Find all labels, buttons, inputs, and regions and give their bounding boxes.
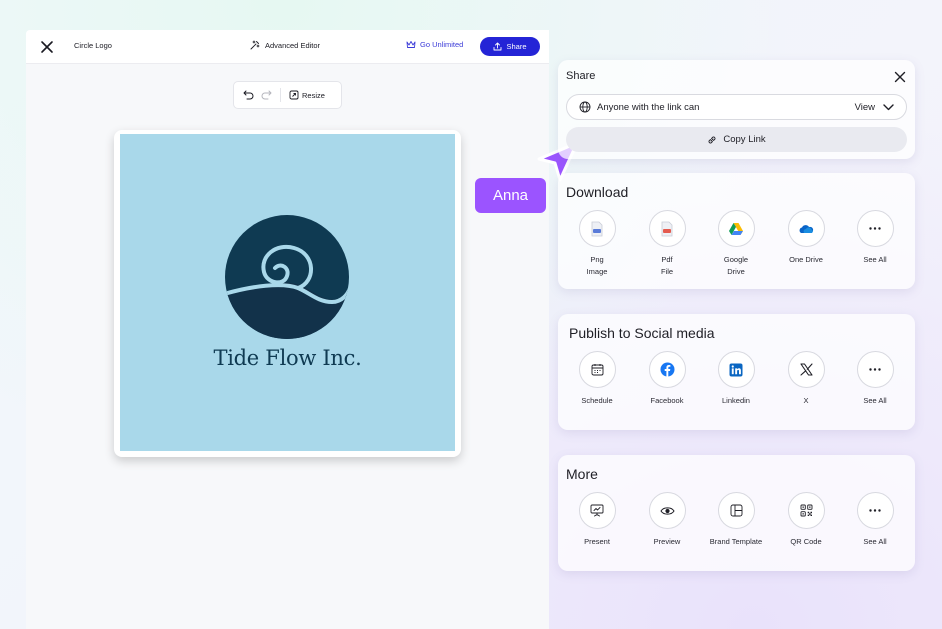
social-item-label: Facebook bbox=[650, 396, 684, 405]
calendar-icon bbox=[591, 364, 603, 376]
facebook-icon bbox=[660, 362, 674, 377]
download-options: Png Image Pdf File Google Drive One Drive S… bbox=[558, 210, 915, 285]
editor-topbar: Circle Logo Advanced Editor Go Unlimited… bbox=[26, 30, 549, 64]
share-button[interactable]: Share bbox=[480, 37, 540, 56]
upload-icon bbox=[494, 42, 502, 51]
more-item-label: Preview bbox=[653, 537, 681, 546]
google-drive-icon bbox=[729, 222, 743, 235]
linkedin-icon bbox=[729, 363, 743, 376]
advanced-editor-button[interactable]: Advanced Editor bbox=[250, 40, 320, 50]
collaborator-name-tag: Anna bbox=[475, 178, 546, 213]
linkedin-button[interactable]: Linkedin bbox=[701, 351, 771, 407]
more-item-label: See All bbox=[863, 537, 887, 546]
share-panel-title: Share bbox=[566, 70, 596, 82]
download-panel: Download Png Image Pdf File Google Drive On… bbox=[558, 173, 915, 289]
download-title: Download bbox=[566, 184, 629, 200]
social-title: Publish to Social media bbox=[569, 325, 715, 341]
download-item-label: Pdf File bbox=[660, 255, 674, 276]
eye-icon bbox=[659, 506, 675, 515]
google-drive-button[interactable]: Google Drive bbox=[701, 210, 771, 278]
canvas-toolbar: Resize bbox=[233, 81, 342, 109]
facebook-button[interactable]: Facebook bbox=[632, 351, 702, 407]
permission-select[interactable]: View bbox=[855, 102, 894, 113]
permission-value: View bbox=[854, 102, 875, 113]
download-item-label: See All bbox=[863, 255, 887, 264]
social-item-label: Linkedin bbox=[722, 396, 750, 405]
onedrive-icon bbox=[799, 224, 814, 233]
social-options: Schedule Facebook Linkedin X See All bbox=[558, 351, 915, 426]
more-title: More bbox=[566, 466, 598, 482]
qr-code-icon bbox=[800, 504, 812, 517]
social-see-all-button[interactable]: See All bbox=[840, 351, 910, 407]
chevron-down-icon bbox=[883, 104, 894, 111]
editor-window: Circle Logo Advanced Editor Go Unlimited… bbox=[26, 30, 549, 629]
more-options: Present Preview Brand Template QR Code S… bbox=[558, 492, 915, 567]
png-file-icon bbox=[591, 221, 603, 236]
social-item-label: Schedule bbox=[581, 396, 613, 405]
wave-logo-icon bbox=[225, 215, 349, 339]
close-icon[interactable] bbox=[894, 70, 906, 83]
design-canvas[interactable]: Tide Flow Inc. bbox=[120, 134, 455, 451]
present-icon bbox=[590, 504, 604, 517]
link-access-select[interactable]: Anyone with the link can View bbox=[566, 94, 907, 120]
download-pdf-button[interactable]: Pdf File bbox=[632, 210, 702, 278]
link-icon bbox=[708, 136, 716, 143]
redo-icon[interactable] bbox=[260, 89, 272, 101]
share-panel: Share Anyone with the link can View Copy… bbox=[558, 60, 915, 159]
social-item-label: X bbox=[803, 396, 809, 405]
schedule-button[interactable]: Schedule bbox=[562, 351, 632, 407]
document-title[interactable]: Circle Logo bbox=[74, 41, 112, 50]
x-button[interactable]: X bbox=[771, 351, 841, 407]
download-png-button[interactable]: Png Image bbox=[562, 210, 632, 278]
go-unlimited-button[interactable]: Go Unlimited bbox=[406, 40, 463, 49]
download-item-label: Google Drive bbox=[723, 255, 749, 276]
download-see-all-button[interactable]: See All bbox=[840, 210, 910, 266]
qr-code-button[interactable]: QR Code bbox=[771, 492, 841, 548]
magic-tools-icon bbox=[250, 40, 260, 50]
more-icon bbox=[869, 509, 881, 512]
present-button[interactable]: Present bbox=[562, 492, 632, 548]
social-publish-panel: Publish to Social media Schedule Faceboo… bbox=[558, 314, 915, 430]
resize-label: Resize bbox=[302, 90, 325, 100]
one-drive-button[interactable]: One Drive bbox=[771, 210, 841, 266]
download-item-label: Png Image bbox=[586, 255, 608, 276]
more-item-label: QR Code bbox=[790, 537, 822, 546]
copy-link-label: Copy Link bbox=[723, 134, 766, 145]
preview-button[interactable]: Preview bbox=[632, 492, 702, 548]
advanced-editor-label: Advanced Editor bbox=[265, 40, 321, 50]
more-icon bbox=[869, 368, 881, 371]
more-item-label: Brand Template bbox=[709, 537, 763, 546]
more-see-all-button[interactable]: See All bbox=[840, 492, 910, 548]
more-item-label: Present bbox=[584, 537, 610, 546]
more-panel: More Present Preview Brand Template QR C… bbox=[558, 455, 915, 571]
resize-icon bbox=[289, 90, 299, 100]
globe-icon bbox=[579, 101, 591, 113]
resize-button[interactable]: Resize bbox=[289, 90, 325, 100]
toolbar-divider bbox=[280, 88, 281, 102]
copy-link-button[interactable]: Copy Link bbox=[566, 127, 907, 152]
template-icon bbox=[730, 504, 742, 517]
brand-template-button[interactable]: Brand Template bbox=[701, 492, 771, 548]
go-unlimited-label: Go Unlimited bbox=[420, 40, 464, 49]
pdf-file-icon bbox=[661, 221, 673, 236]
share-button-label: Share bbox=[506, 42, 527, 51]
close-icon[interactable] bbox=[40, 40, 54, 54]
social-item-label: See All bbox=[863, 396, 887, 405]
design-canvas-frame: Tide Flow Inc. bbox=[114, 130, 461, 457]
download-item-label: One Drive bbox=[789, 255, 823, 264]
link-access-label: Anyone with the link can bbox=[597, 101, 700, 113]
crown-icon bbox=[406, 41, 416, 48]
undo-icon[interactable] bbox=[242, 89, 254, 101]
more-icon bbox=[869, 227, 881, 230]
brand-name-text: Tide Flow Inc. bbox=[213, 346, 362, 370]
x-icon bbox=[799, 363, 813, 376]
